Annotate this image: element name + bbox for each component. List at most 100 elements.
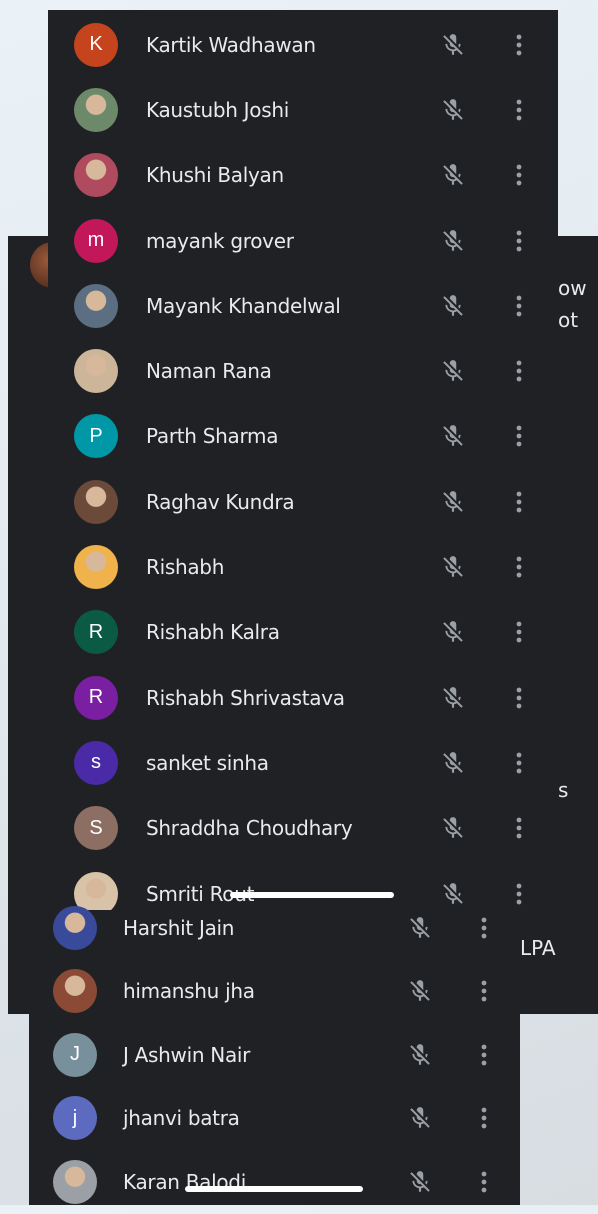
more-vert-icon[interactable] xyxy=(480,1171,488,1193)
mic-off-icon[interactable] xyxy=(440,619,466,645)
participant-row[interactable]: Raghav Kundra xyxy=(48,469,558,534)
participant-name: himanshu jha xyxy=(123,979,255,1004)
mic-off-icon[interactable] xyxy=(440,358,466,384)
more-vert-icon[interactable] xyxy=(515,556,523,578)
participant-row[interactable]: Naman Rana xyxy=(48,339,558,404)
participant-avatar xyxy=(74,349,118,394)
participant-avatar xyxy=(74,283,118,328)
participant-row[interactable]: himanshu jha xyxy=(29,960,520,1024)
partial-text-3: s xyxy=(558,778,569,802)
mic-off-icon[interactable] xyxy=(440,293,466,319)
participant-name: mayank grover xyxy=(146,228,294,253)
more-vert-icon[interactable] xyxy=(515,230,523,252)
participant-avatar xyxy=(74,153,118,198)
participants-list-top: K Kartik Wadhawan Kaustubh Joshi Khushi Bal… xyxy=(48,10,558,916)
participant-name: Kartik Wadhawan xyxy=(146,32,316,57)
participant-row[interactable]: Kaustubh Joshi xyxy=(48,77,558,142)
participant-name: Raghav Kundra xyxy=(146,489,295,514)
participant-name: Khushi Balyan xyxy=(146,163,284,188)
more-vert-icon[interactable] xyxy=(515,295,523,317)
more-vert-icon[interactable] xyxy=(480,1044,488,1066)
participant-row[interactable]: Khushi Balyan xyxy=(48,143,558,208)
participant-avatar xyxy=(53,1159,97,1204)
participant-name: jhanvi batra xyxy=(123,1106,240,1131)
participant-avatar: R xyxy=(74,610,118,655)
participant-avatar: K xyxy=(74,22,118,67)
partial-text-2: ot xyxy=(558,308,579,332)
mic-off-icon[interactable] xyxy=(440,554,466,580)
participant-row[interactable]: J J Ashwin Nair xyxy=(29,1023,520,1087)
participant-avatar: R xyxy=(74,675,118,720)
mic-off-icon[interactable] xyxy=(440,423,466,449)
participant-row[interactable]: s sanket sinha xyxy=(48,730,558,795)
participant-row[interactable]: R Rishabh Kalra xyxy=(48,600,558,665)
more-vert-icon[interactable] xyxy=(515,621,523,643)
mic-off-icon[interactable] xyxy=(440,685,466,711)
mic-off-icon[interactable] xyxy=(407,1105,433,1131)
more-vert-icon[interactable] xyxy=(515,752,523,774)
more-vert-icon[interactable] xyxy=(515,425,523,447)
partial-text-1: ow xyxy=(558,276,587,300)
participant-name: Harshit Jain xyxy=(123,915,235,940)
participant-row[interactable]: m mayank grover xyxy=(48,208,558,273)
participant-avatar: j xyxy=(53,1096,97,1141)
more-vert-icon[interactable] xyxy=(480,980,488,1002)
avatar-initial: S xyxy=(89,816,103,839)
more-vert-icon[interactable] xyxy=(515,687,523,709)
participant-name: sanket sinha xyxy=(146,750,269,775)
more-vert-icon[interactable] xyxy=(515,34,523,56)
participant-name: Parth Sharma xyxy=(146,424,279,449)
avatar-initial: P xyxy=(89,424,103,447)
avatar-initial: R xyxy=(88,620,104,643)
more-vert-icon[interactable] xyxy=(515,360,523,382)
participant-row[interactable]: Karan Balodi xyxy=(29,1150,520,1214)
home-gesture-bar[interactable] xyxy=(185,1186,363,1192)
avatar-initial: m xyxy=(87,229,105,252)
participant-row[interactable]: K Kartik Wadhawan xyxy=(48,12,558,77)
mic-off-icon[interactable] xyxy=(440,32,466,58)
more-vert-icon[interactable] xyxy=(515,817,523,839)
participant-row[interactable]: S Shraddha Choudhary xyxy=(48,796,558,861)
avatar-initial: j xyxy=(72,1106,78,1129)
mic-off-icon[interactable] xyxy=(407,1042,433,1068)
mic-off-icon[interactable] xyxy=(440,489,466,515)
participant-row[interactable]: Rishabh xyxy=(48,534,558,599)
mic-off-icon[interactable] xyxy=(407,978,433,1004)
more-vert-icon[interactable] xyxy=(480,1107,488,1129)
more-vert-icon[interactable] xyxy=(515,99,523,121)
participants-list-bottom: Harshit Jain himanshu jha J J Ashwin Nair j j… xyxy=(29,905,520,1205)
avatar-initial: s xyxy=(91,751,101,774)
participant-name: Naman Rana xyxy=(146,359,272,384)
partial-text-4: LPA xyxy=(520,936,556,960)
participant-row[interactable]: Mayank Khandelwal xyxy=(48,273,558,338)
participant-name: J Ashwin Nair xyxy=(123,1042,251,1067)
participant-avatar: P xyxy=(74,414,118,459)
mic-off-icon[interactable] xyxy=(440,97,466,123)
mic-off-icon[interactable] xyxy=(440,228,466,254)
participant-avatar xyxy=(53,905,97,950)
mic-off-icon[interactable] xyxy=(407,1169,433,1195)
participant-row[interactable]: R Rishabh Shrivastava xyxy=(48,665,558,730)
participant-name: Kaustubh Joshi xyxy=(146,97,289,122)
more-vert-icon[interactable] xyxy=(515,491,523,513)
mic-off-icon[interactable] xyxy=(407,915,433,941)
participant-name: Rishabh Kalra xyxy=(146,620,280,645)
participant-avatar: S xyxy=(74,806,118,851)
participant-avatar: s xyxy=(74,740,118,785)
participant-avatar xyxy=(74,479,118,524)
participant-avatar xyxy=(74,87,118,132)
mic-off-icon[interactable] xyxy=(440,815,466,841)
mic-off-icon[interactable] xyxy=(440,162,466,188)
participant-name: Rishabh Shrivastava xyxy=(146,685,345,710)
participant-row[interactable]: j jhanvi batra xyxy=(29,1087,520,1151)
participant-name: Rishabh xyxy=(146,555,225,580)
participant-row[interactable]: Harshit Jain xyxy=(29,896,520,960)
more-vert-icon[interactable] xyxy=(515,164,523,186)
participant-avatar: m xyxy=(74,218,118,263)
participant-name: Shraddha Choudhary xyxy=(146,816,353,841)
participant-avatar xyxy=(74,545,118,590)
more-vert-icon[interactable] xyxy=(480,917,488,939)
participant-name: Mayank Khandelwal xyxy=(146,293,341,318)
mic-off-icon[interactable] xyxy=(440,750,466,776)
participant-row[interactable]: P Parth Sharma xyxy=(48,404,558,469)
